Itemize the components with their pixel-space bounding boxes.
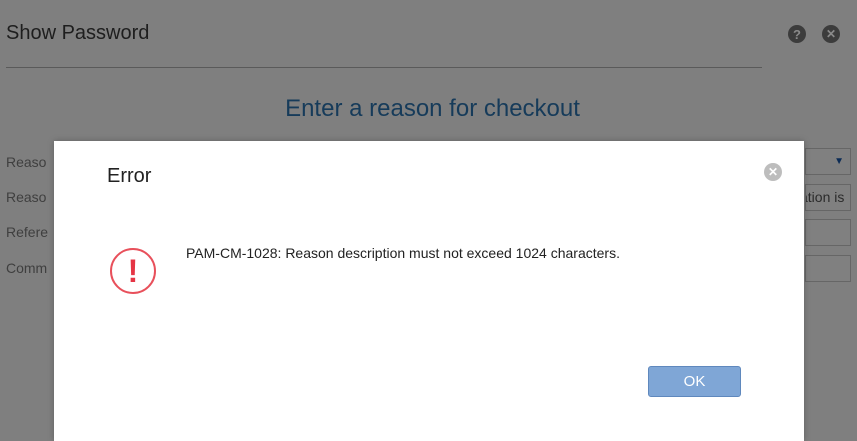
comment-input[interactable] (805, 255, 851, 282)
dialog-title: Show Password (6, 22, 150, 44)
comment-label: Comm (6, 260, 48, 276)
help-icon[interactable]: ? (788, 25, 806, 43)
divider (6, 67, 762, 68)
ok-button[interactable]: OK (648, 366, 741, 397)
checkout-heading: Enter a reason for checkout (285, 95, 580, 122)
reference-label: Refere (6, 224, 49, 240)
exclamation-icon: ! (110, 248, 156, 294)
reason-description-input[interactable]: ation is (805, 184, 851, 211)
reason-description-label: Reaso (6, 189, 47, 205)
close-icon[interactable]: ✕ (822, 25, 840, 43)
error-dialog: Error ✕ ! PAM-CM-1028: Reason descriptio… (54, 141, 804, 441)
close-circle-icon[interactable]: ✕ (764, 163, 782, 181)
reason-select[interactable]: ▼ (805, 148, 851, 175)
reason-label: Reaso (6, 154, 47, 170)
error-title: Error (107, 165, 152, 187)
reference-input[interactable] (805, 219, 851, 246)
error-message: PAM-CM-1028: Reason description must not… (186, 245, 620, 261)
